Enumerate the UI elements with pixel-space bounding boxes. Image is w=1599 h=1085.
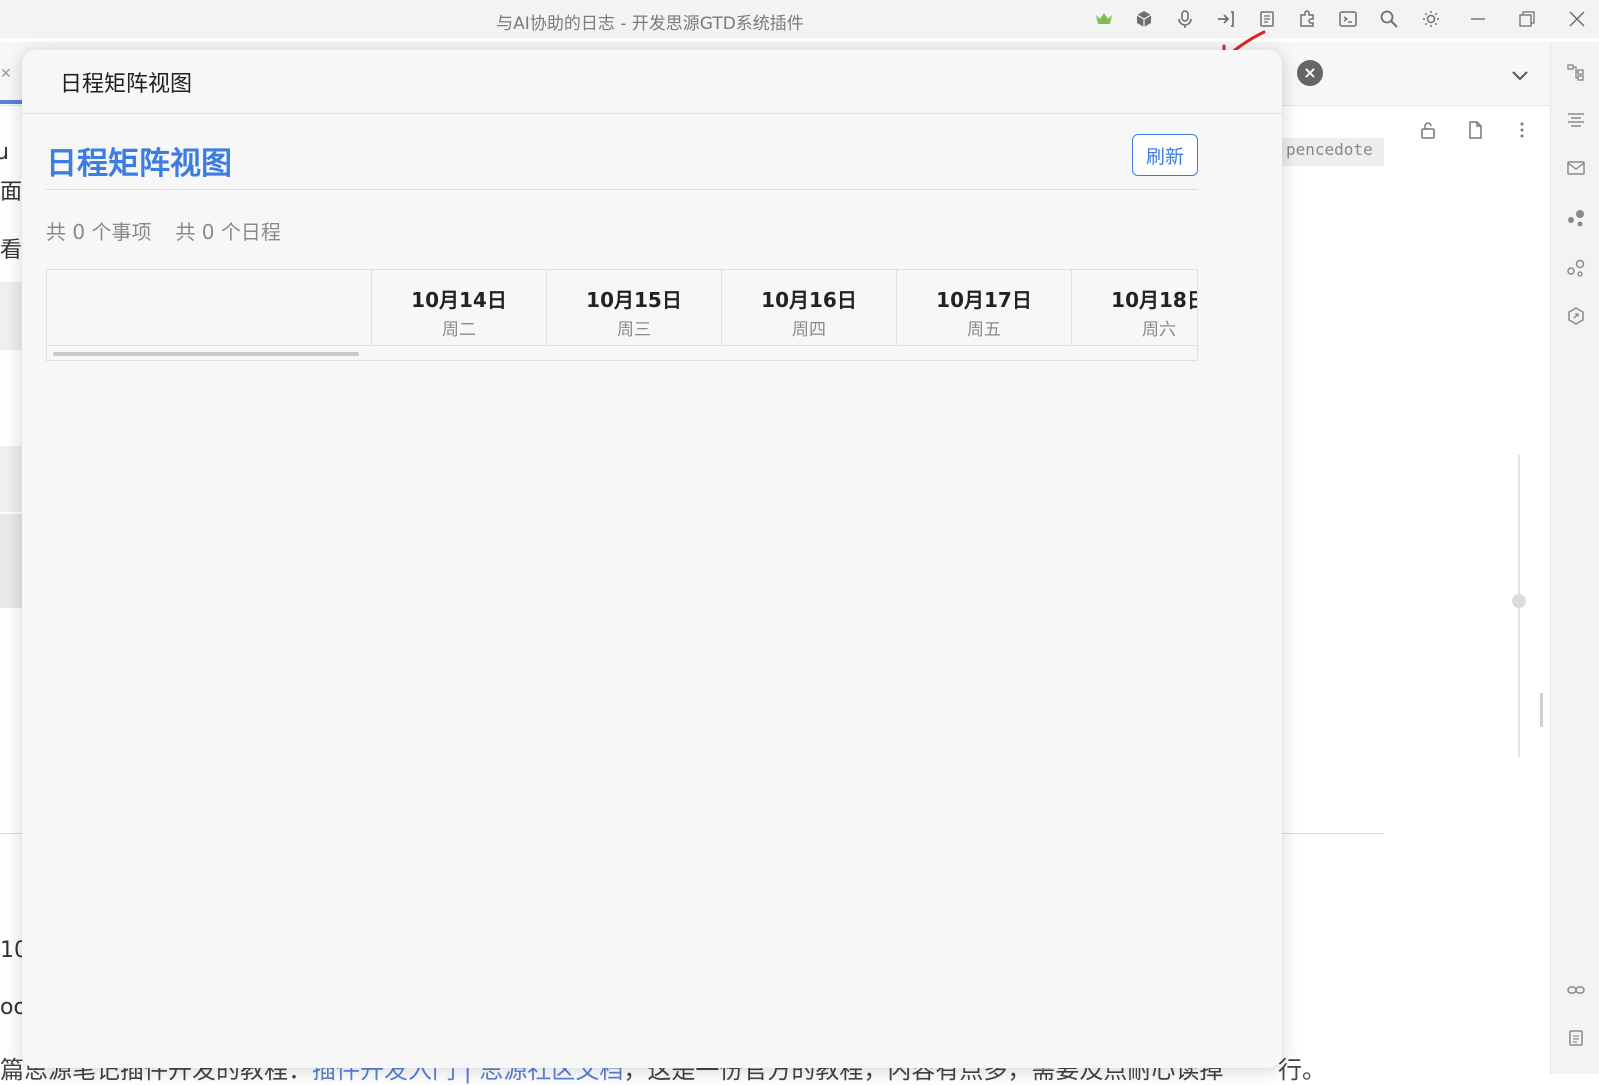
background-paragraph-end: 行。 (1278, 1056, 1326, 1084)
dialog-title: 日程矩阵视图 (60, 71, 193, 97)
maximize-icon[interactable] (1515, 7, 1539, 31)
link-icon[interactable] (1564, 978, 1588, 1002)
day-column-header: 10月16日 周四 (722, 270, 897, 345)
item-count: 共 0 个事项 (46, 220, 152, 244)
background-text-fragment: 看 (0, 238, 23, 263)
matrix-header-row: 10月14日 周二 10月15日 周三 10月16日 周四 10月17日 周五 … (47, 270, 1197, 346)
file-icon[interactable] (1463, 118, 1487, 142)
background-tab-close-icon[interactable]: ✕ (0, 66, 12, 82)
stats-bar: 共 0 个事项 共 0 个日程 (46, 216, 1198, 245)
day-date: 10月15日 (586, 288, 682, 312)
dialog-header: 日程矩阵视图 (22, 50, 1282, 114)
background-block (0, 446, 22, 512)
day-column-header: 10月15日 周三 (547, 270, 722, 345)
day-column-header: 10月18日 周六 (1072, 270, 1198, 345)
day-column-header: 10月17日 周五 (897, 270, 1072, 345)
background-text-fragment: ɹ (0, 140, 10, 165)
background-divider (0, 833, 22, 834)
matrix-panel: 日程矩阵视图 刷新 共 0 个事项 共 0 个日程 10月14日 周二 10月1… (46, 134, 1198, 361)
clear-icon[interactable]: × (1297, 60, 1323, 86)
day-weekday: 周四 (792, 320, 826, 340)
chevron-down-icon[interactable] (1508, 63, 1532, 87)
mail-icon[interactable] (1564, 156, 1588, 180)
terminal-icon[interactable] (1336, 7, 1360, 31)
panel-toolbar: 日程矩阵视图 刷新 (46, 134, 1198, 190)
background-active-tab-indicator (0, 100, 22, 104)
unlock-icon[interactable] (1416, 118, 1440, 142)
day-date: 10月18日 (1111, 288, 1198, 312)
crown-icon[interactable] (1092, 7, 1116, 31)
background-code-snippet: pencedote (1280, 138, 1384, 166)
day-weekday: 周五 (967, 320, 1001, 340)
day-weekday: 周三 (617, 320, 651, 340)
minimize-icon[interactable] (1466, 7, 1490, 31)
schedule-matrix-table: 10月14日 周二 10月15日 周三 10月16日 周四 10月17日 周五 … (46, 269, 1198, 361)
window-titlebar: 与AI协助的日志 - 开发思源GTD系统插件 (0, 0, 1599, 38)
align-icon[interactable] (1564, 108, 1588, 132)
microphone-icon[interactable] (1173, 7, 1197, 31)
schedule-matrix-dialog: 日程矩阵视图 日程矩阵视图 刷新 共 0 个事项 共 0 个日程 10月14日 … (22, 50, 1282, 1068)
close-icon[interactable] (1565, 7, 1589, 31)
day-weekday: 周六 (1142, 320, 1176, 340)
backlink-icon[interactable] (1564, 304, 1588, 328)
doc-icon[interactable] (1564, 1026, 1588, 1050)
graph-icon[interactable] (1564, 206, 1588, 230)
day-date: 10月14日 (411, 288, 507, 312)
day-column-header: 10月14日 周二 (372, 270, 547, 345)
panel-title: 日程矩阵视图 (46, 146, 232, 182)
schedule-count: 共 0 个日程 (175, 220, 281, 244)
horizontal-scrollbar[interactable] (53, 352, 359, 356)
background-divider (1280, 833, 1384, 834)
outline-icon[interactable] (1564, 60, 1588, 84)
slider-handle[interactable] (1512, 594, 1526, 608)
sun-icon[interactable] (1419, 7, 1443, 31)
cube-icon[interactable] (1132, 7, 1156, 31)
day-date: 10月16日 (761, 288, 857, 312)
more-icon[interactable] (1510, 118, 1534, 142)
refresh-button[interactable]: 刷新 (1132, 134, 1198, 176)
background-block (0, 282, 22, 350)
day-weekday: 周二 (442, 320, 476, 340)
plugin-icon[interactable] (1295, 7, 1319, 31)
background-text-fragment: 面 (0, 180, 23, 205)
background-block (0, 514, 22, 608)
global-graph-icon[interactable] (1564, 256, 1588, 280)
scrollbar-thumb[interactable] (1540, 693, 1543, 727)
matrix-corner-cell (47, 270, 372, 345)
search-icon[interactable] (1377, 7, 1401, 31)
day-date: 10月17日 (936, 288, 1032, 312)
right-dock (1550, 42, 1599, 1074)
